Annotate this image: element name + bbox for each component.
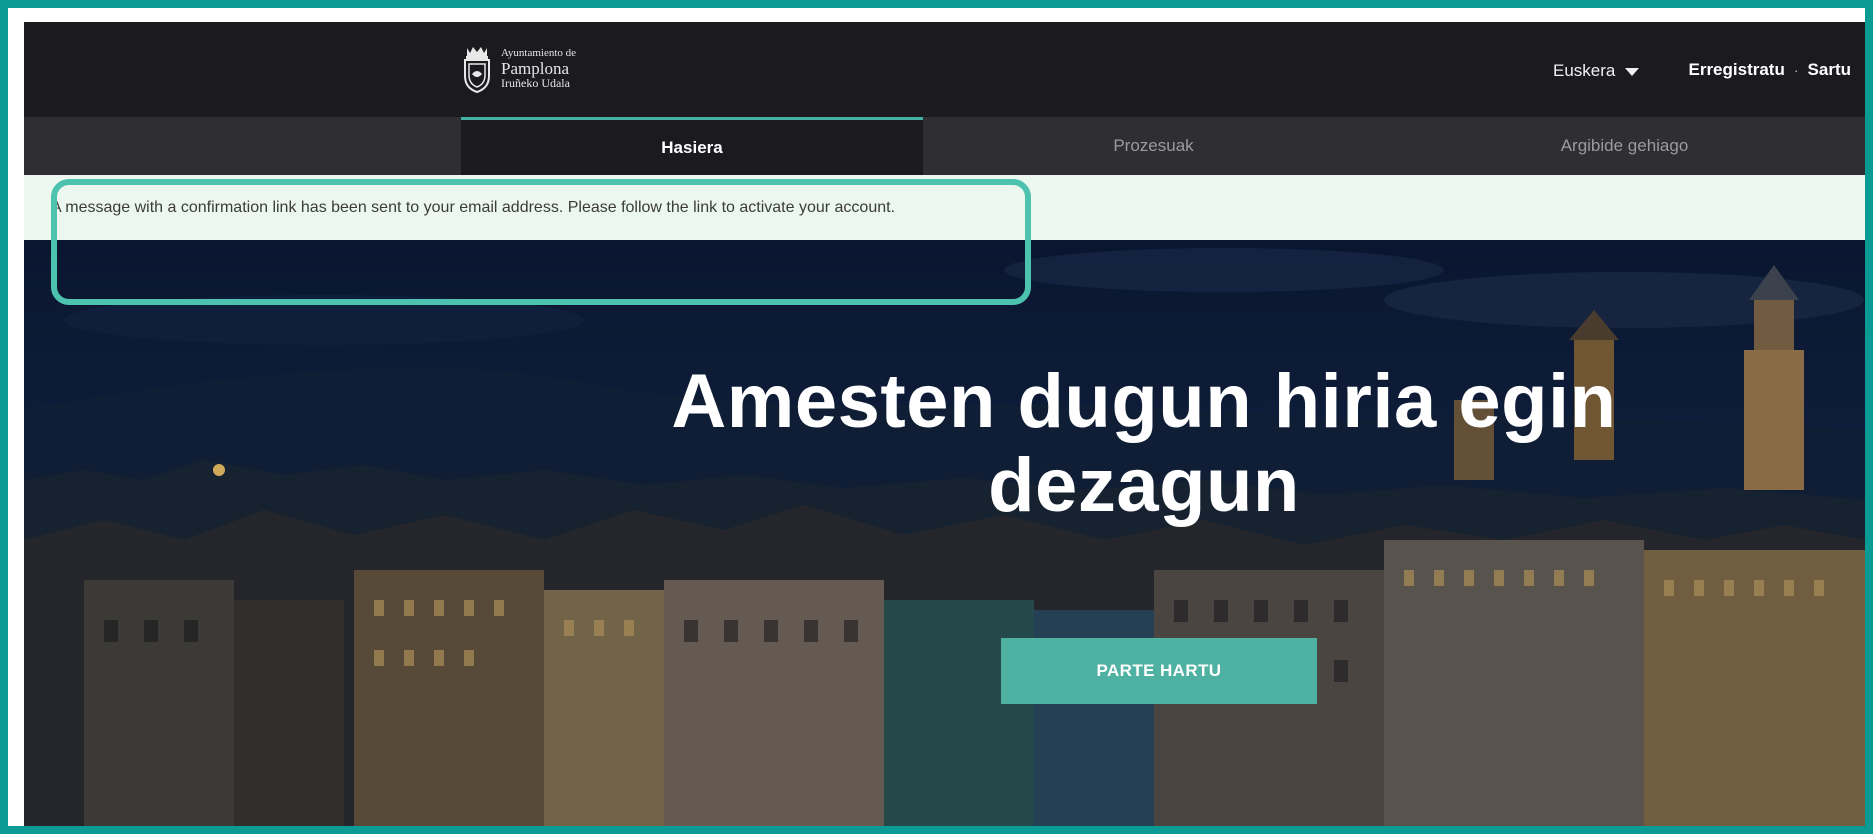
auth-links: Erregistratu · Sartu — [1688, 60, 1851, 80]
city-night-background-image — [24, 240, 1865, 826]
hero-title: Amesten dugun hiria egin dezagun — [644, 360, 1644, 527]
site-logo[interactable]: Ayuntamiento de Pamplona Iruñeko Udala — [461, 44, 576, 94]
language-selector[interactable]: Euskera — [1553, 61, 1640, 81]
logo-line-udala: Iruñeko Udala — [501, 76, 570, 91]
caret-down-icon — [1625, 68, 1640, 76]
main-nav: Hasiera Prozesuak Argibide gehiago — [24, 117, 1865, 175]
language-label: Euskera — [1553, 61, 1616, 80]
tab-label: Prozesuak — [1113, 136, 1194, 155]
screenshot-frame: Ayuntamiento de Pamplona Iruñeko Udala E… — [8, 8, 1865, 826]
logo-text: Ayuntamiento de Pamplona Iruñeko Udala — [501, 47, 577, 91]
tab-prozesuak[interactable]: Prozesuak — [923, 117, 1384, 175]
hero-title-line-1: Amesten dugun hiria egin — [671, 359, 1617, 444]
hero-banner: Amesten dugun hiria egin dezagun PARTE H… — [24, 240, 1865, 826]
tab-argibide-gehiago[interactable]: Argibide gehiago — [1384, 117, 1865, 175]
site-header: Ayuntamiento de Pamplona Iruñeko Udala E… — [24, 22, 1865, 117]
logo-line-ayuntamiento: Ayuntamiento de — [501, 47, 577, 59]
confirmation-flash-message: A message with a confirmation link has b… — [24, 175, 1865, 240]
register-link[interactable]: Erregistratu — [1688, 60, 1784, 80]
login-link[interactable]: Sartu — [1808, 60, 1851, 80]
hero-title-line-2: dezagun — [988, 442, 1300, 528]
tab-label: Hasiera — [661, 137, 723, 157]
logo-line-pamplona: Pamplona — [501, 58, 569, 78]
tab-hasiera[interactable]: Hasiera — [461, 117, 923, 175]
tab-label: Argibide gehiago — [1560, 136, 1689, 155]
flash-text: A message with a confirmation link has b… — [51, 198, 895, 216]
city-crest-icon — [464, 47, 490, 94]
browser-viewport: Ayuntamiento de Pamplona Iruñeko Udala E… — [24, 22, 1865, 826]
auth-separator: · — [1793, 62, 1799, 78]
parte-hartu-button[interactable]: PARTE HARTU — [1001, 638, 1317, 704]
